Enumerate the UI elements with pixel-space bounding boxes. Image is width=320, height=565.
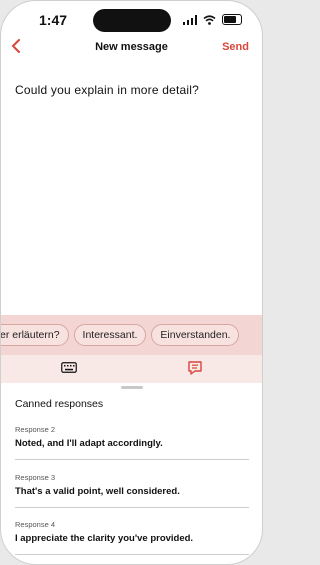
status-icons <box>183 14 242 25</box>
canned-responses-title: Canned responses <box>15 398 104 410</box>
canned-response-item[interactable]: Response 2 Noted, and I'll adapt accordi… <box>15 425 249 460</box>
status-bar: 1:47 <box>1 1 262 37</box>
response-label: Response 3 <box>15 473 56 482</box>
message-icon[interactable] <box>187 360 203 376</box>
suggestion-chip[interactable]: er erläutern? <box>1 324 69 346</box>
signal-icon <box>183 14 197 25</box>
response-text: That's a valid point, well considered. <box>15 486 180 497</box>
suggestion-chip[interactable]: Interessant. <box>73 324 147 346</box>
wifi-icon <box>203 14 216 25</box>
message-text-area[interactable]: Could you explain in more detail? <box>15 83 199 97</box>
dynamic-island <box>93 9 171 32</box>
sheet-drag-handle[interactable] <box>121 386 143 389</box>
canned-response-item[interactable]: Response 3 That's a valid point, well co… <box>15 473 249 508</box>
response-text: I appreciate the clarity you've provided… <box>15 533 194 544</box>
suggestion-chip[interactable]: Einverstanden. <box>151 324 240 346</box>
input-mode-row <box>1 355 262 383</box>
suggestion-strip: er erläutern? Interessant. Einverstanden… <box>1 315 262 355</box>
response-label: Response 4 <box>15 520 56 529</box>
nav-bar: New message Send <box>1 37 262 61</box>
response-text: Noted, and I'll adapt accordingly. <box>15 438 163 449</box>
phone-screen: 1:47 New message Send Could you explain … <box>0 0 263 565</box>
send-button[interactable]: Send <box>222 41 249 53</box>
canned-response-item[interactable]: Response 4 I appreciate the clarity you'… <box>15 520 249 555</box>
battery-icon <box>222 14 242 25</box>
keyboard-icon[interactable] <box>61 362 77 373</box>
response-label: Response 2 <box>15 425 56 434</box>
status-time: 1:47 <box>39 12 68 28</box>
